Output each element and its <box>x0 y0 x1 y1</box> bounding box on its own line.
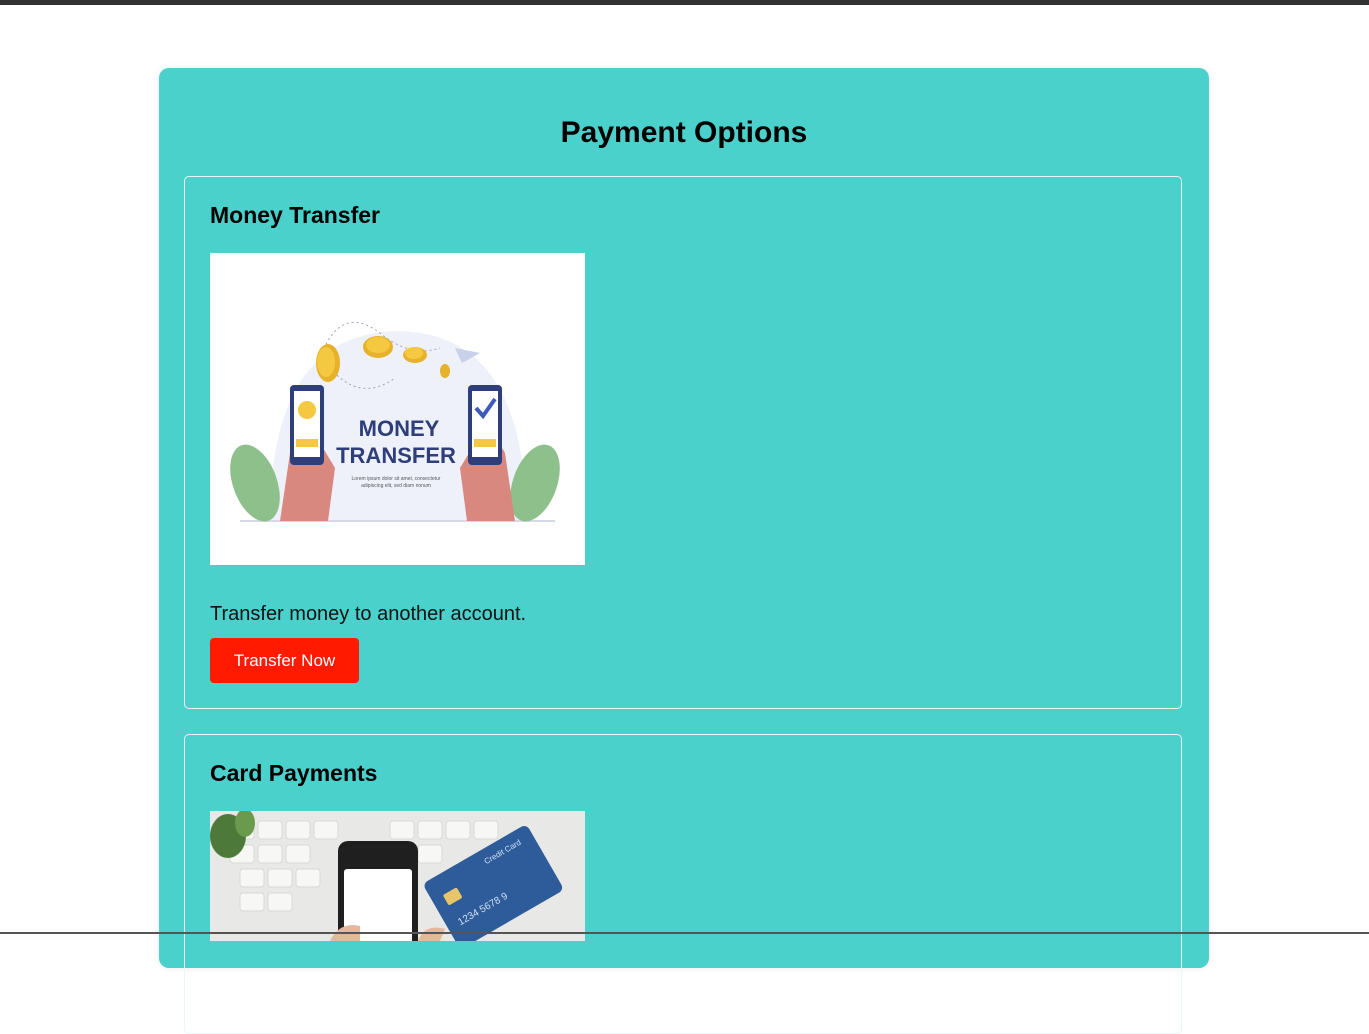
image-caption-line2: adipiscing elit, sed diam nonum <box>361 483 431 489</box>
card-payments-image: 1234 5678 9 Credit Card <box>210 811 585 941</box>
card-description: Transfer money to another account. <box>210 603 527 625</box>
image-heading-line1: MONEY <box>359 416 440 441</box>
image-heading-line2: TRANSFER <box>336 443 456 468</box>
money-transfer-card: Money Transfer MONEY TRANSFER Lorem ipsu… <box>184 176 1182 709</box>
money-transfer-illustration: MONEY TRANSFER Lorem ipsum dolor sit ame… <box>230 322 560 522</box>
card-payments-photo: 1234 5678 9 Credit Card <box>210 811 585 941</box>
page-title: Payment Options <box>560 116 808 149</box>
card-title: Card Payments <box>210 760 378 786</box>
coin-icon <box>316 344 340 382</box>
payment-options-panel: Payment Options Money Transfer MONEY TRA… <box>159 68 1209 1034</box>
money-transfer-image: MONEY TRANSFER Lorem ipsum dolor sit ame… <box>210 253 585 565</box>
coin-icon <box>403 347 427 363</box>
card-payments-card: Card Payments 1234 5678 9 Credit Card <box>184 734 1182 1034</box>
coin-icon <box>440 364 450 378</box>
coin-icon <box>363 336 393 358</box>
image-caption-line1: Lorem ipsum dolor sit amet, consectetur <box>352 476 441 482</box>
top-bar <box>0 0 1369 5</box>
smartphone-icon <box>290 385 324 465</box>
transfer-now-button[interactable]: Transfer Now <box>210 638 359 683</box>
smartphone-icon <box>468 385 502 465</box>
card-title: Money Transfer <box>210 202 380 228</box>
